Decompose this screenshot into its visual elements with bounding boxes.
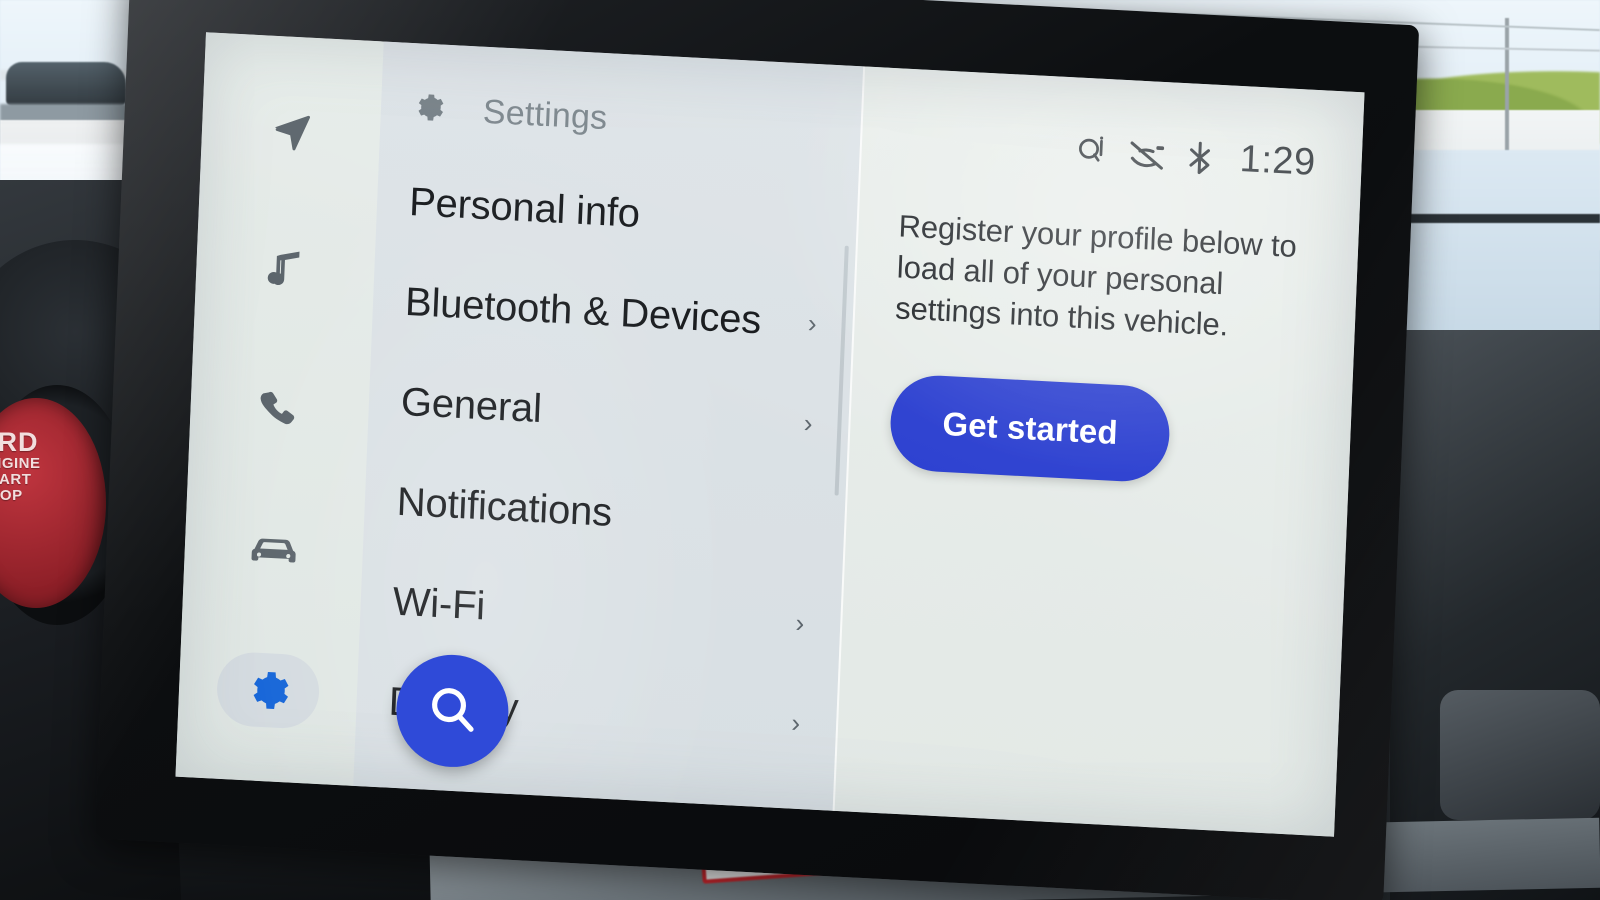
page-title: Settings bbox=[482, 92, 609, 138]
menu-item-label: Notifications bbox=[396, 479, 613, 535]
detail-body: Register your profile below to load all … bbox=[849, 161, 1361, 492]
start-text: START bbox=[0, 471, 32, 489]
menu-item-label: Personal info bbox=[408, 179, 641, 236]
bluetooth-icon bbox=[1187, 140, 1212, 175]
detail-description: Register your profile below to load all … bbox=[894, 208, 1298, 344]
gear-icon bbox=[410, 89, 446, 130]
trd-brand-text: TRD bbox=[0, 427, 39, 457]
status-clock: 1:29 bbox=[1238, 138, 1317, 184]
parked-car bbox=[6, 62, 126, 106]
menu-item-label: General bbox=[400, 379, 543, 431]
menu-item-label: Bluetooth & Devices bbox=[404, 279, 763, 342]
windshield-right bbox=[1390, 150, 1600, 340]
navigation-arrow-icon bbox=[267, 106, 315, 154]
screenshot-stage: TRD ENGINE START STOP This vehicle wirel… bbox=[0, 0, 1600, 900]
phone-icon bbox=[256, 386, 304, 434]
air-vent bbox=[1440, 690, 1600, 820]
search-icon bbox=[424, 680, 480, 742]
get-started-button[interactable]: Get started bbox=[888, 372, 1172, 484]
sidebar-item-media[interactable] bbox=[236, 228, 335, 311]
sidebar-item-navigation[interactable] bbox=[242, 88, 341, 171]
chevron-right-icon: › bbox=[790, 707, 801, 738]
chevron-right-icon: › bbox=[803, 407, 814, 439]
audio-muted-icon bbox=[1127, 138, 1166, 172]
sidebar-item-phone[interactable] bbox=[230, 369, 329, 452]
wiper-blade bbox=[1390, 214, 1600, 223]
infotainment-screen: Settings Personal info › Bluetooth & Dev… bbox=[175, 32, 1365, 837]
chevron-right-icon: › bbox=[795, 607, 805, 639]
sidebar-item-vehicle[interactable] bbox=[224, 509, 323, 592]
qi-wireless-charging-icon bbox=[1075, 134, 1106, 170]
chevron-right-icon: › bbox=[807, 307, 818, 339]
engine-start-stop-label: TRD ENGINE START STOP bbox=[0, 428, 100, 504]
settings-app: Settings Personal info › Bluetooth & Dev… bbox=[175, 32, 1365, 837]
sidebar-rail bbox=[175, 32, 384, 786]
sidebar-item-settings[interactable] bbox=[219, 649, 318, 732]
engine-text: ENGINE bbox=[0, 455, 41, 473]
detail-panel: 1:29 Register your profile below to load… bbox=[832, 66, 1365, 837]
menu-item-label: Wi-Fi bbox=[391, 579, 486, 628]
gear-icon bbox=[245, 667, 291, 713]
music-note-icon bbox=[261, 246, 309, 294]
car-icon bbox=[248, 526, 300, 575]
stop-text: STOP bbox=[0, 486, 23, 504]
